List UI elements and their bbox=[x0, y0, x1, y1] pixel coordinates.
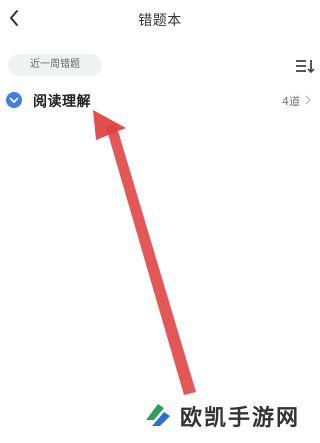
page-title: 错题本 bbox=[138, 13, 182, 29]
chevron-right-icon bbox=[305, 95, 311, 105]
top-bar: 错题本 bbox=[0, 0, 320, 40]
chevron-down-icon bbox=[9, 97, 19, 103]
site-logo-icon bbox=[146, 404, 170, 426]
sort-list-icon bbox=[296, 60, 315, 74]
filter-bar: 近一周错题 bbox=[0, 52, 320, 78]
subject-name: 阅读理解 bbox=[33, 94, 91, 110]
arrow-shaft bbox=[106, 124, 196, 395]
expand-toggle[interactable] bbox=[6, 92, 22, 108]
arrow-head bbox=[93, 110, 126, 140]
subject-row[interactable]: 阅读理解 4道 bbox=[0, 88, 320, 114]
question-count: 4道 bbox=[282, 95, 300, 108]
watermark-text: 欧凯手游网 bbox=[180, 406, 301, 431]
recent-week-filter-chip[interactable]: 近一周错题 bbox=[8, 54, 102, 76]
sort-button[interactable] bbox=[294, 57, 316, 75]
watermark: 欧凯手游网 bbox=[140, 392, 320, 436]
